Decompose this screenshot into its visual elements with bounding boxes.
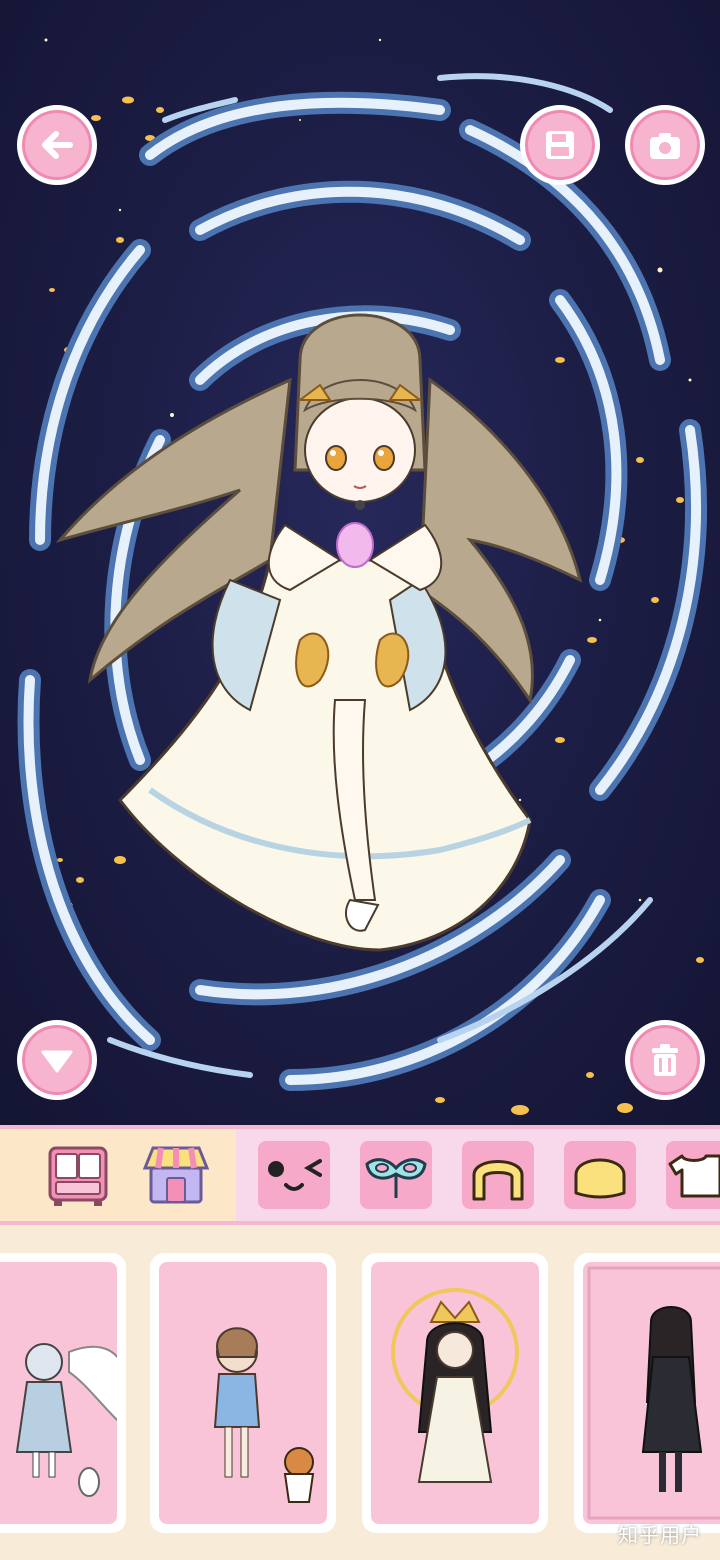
face-wink-icon: [268, 1159, 322, 1191]
delete-button[interactable]: [625, 1020, 705, 1100]
shirt-icon: [668, 1154, 720, 1198]
shop-icon: [142, 1146, 210, 1204]
floppy-disk-icon: [546, 131, 574, 159]
character-avatar: [55, 313, 583, 952]
stage-artwork: [17, 38, 707, 1115]
trash-icon: [652, 1044, 678, 1076]
winged-girl-illustration: [15, 1343, 117, 1497]
outfit-card[interactable]: [0, 1253, 126, 1533]
camera-icon: [650, 133, 680, 159]
girl-with-cat-illustration: [213, 1327, 315, 1503]
category-toolbar: [0, 1125, 720, 1225]
back-button[interactable]: [17, 105, 97, 185]
arrow-left-icon: [42, 131, 73, 159]
category-mask[interactable]: [360, 1141, 432, 1209]
back-hair-icon: [574, 1158, 626, 1199]
screenshot-button[interactable]: [625, 105, 705, 185]
triangle-down-icon: [41, 1050, 73, 1073]
category-tabs: [236, 1129, 720, 1221]
category-face[interactable]: [258, 1141, 330, 1209]
shop-button[interactable]: [140, 1139, 212, 1211]
watermark-text: 知乎用户: [618, 1523, 702, 1547]
outfit-preview: [583, 1262, 720, 1524]
mask-icon: [365, 1158, 427, 1198]
outfit-card[interactable]: [362, 1253, 548, 1533]
outfit-preview: [0, 1262, 117, 1524]
outfit-preview: [371, 1262, 539, 1524]
category-top[interactable]: [666, 1141, 720, 1209]
wardrobe-icon: [48, 1146, 108, 1206]
wardrobe-button[interactable]: [42, 1139, 114, 1211]
tool-group: [0, 1129, 236, 1221]
category-back-hair[interactable]: [564, 1141, 636, 1209]
outfit-preview: [159, 1262, 327, 1524]
category-front-hair[interactable]: [462, 1141, 534, 1209]
collapse-button[interactable]: [17, 1020, 97, 1100]
front-hair-icon: [472, 1160, 524, 1201]
outfit-shelf: 知乎用户: [0, 1225, 720, 1560]
outfit-card[interactable]: [150, 1253, 336, 1533]
outfit-card[interactable]: [574, 1253, 720, 1533]
save-button[interactable]: [520, 105, 600, 185]
dressup-stage: [0, 0, 720, 1125]
gold-crown-girl-illustration: [391, 1288, 519, 1483]
dark-dress-girl-illustration: [587, 1266, 720, 1520]
